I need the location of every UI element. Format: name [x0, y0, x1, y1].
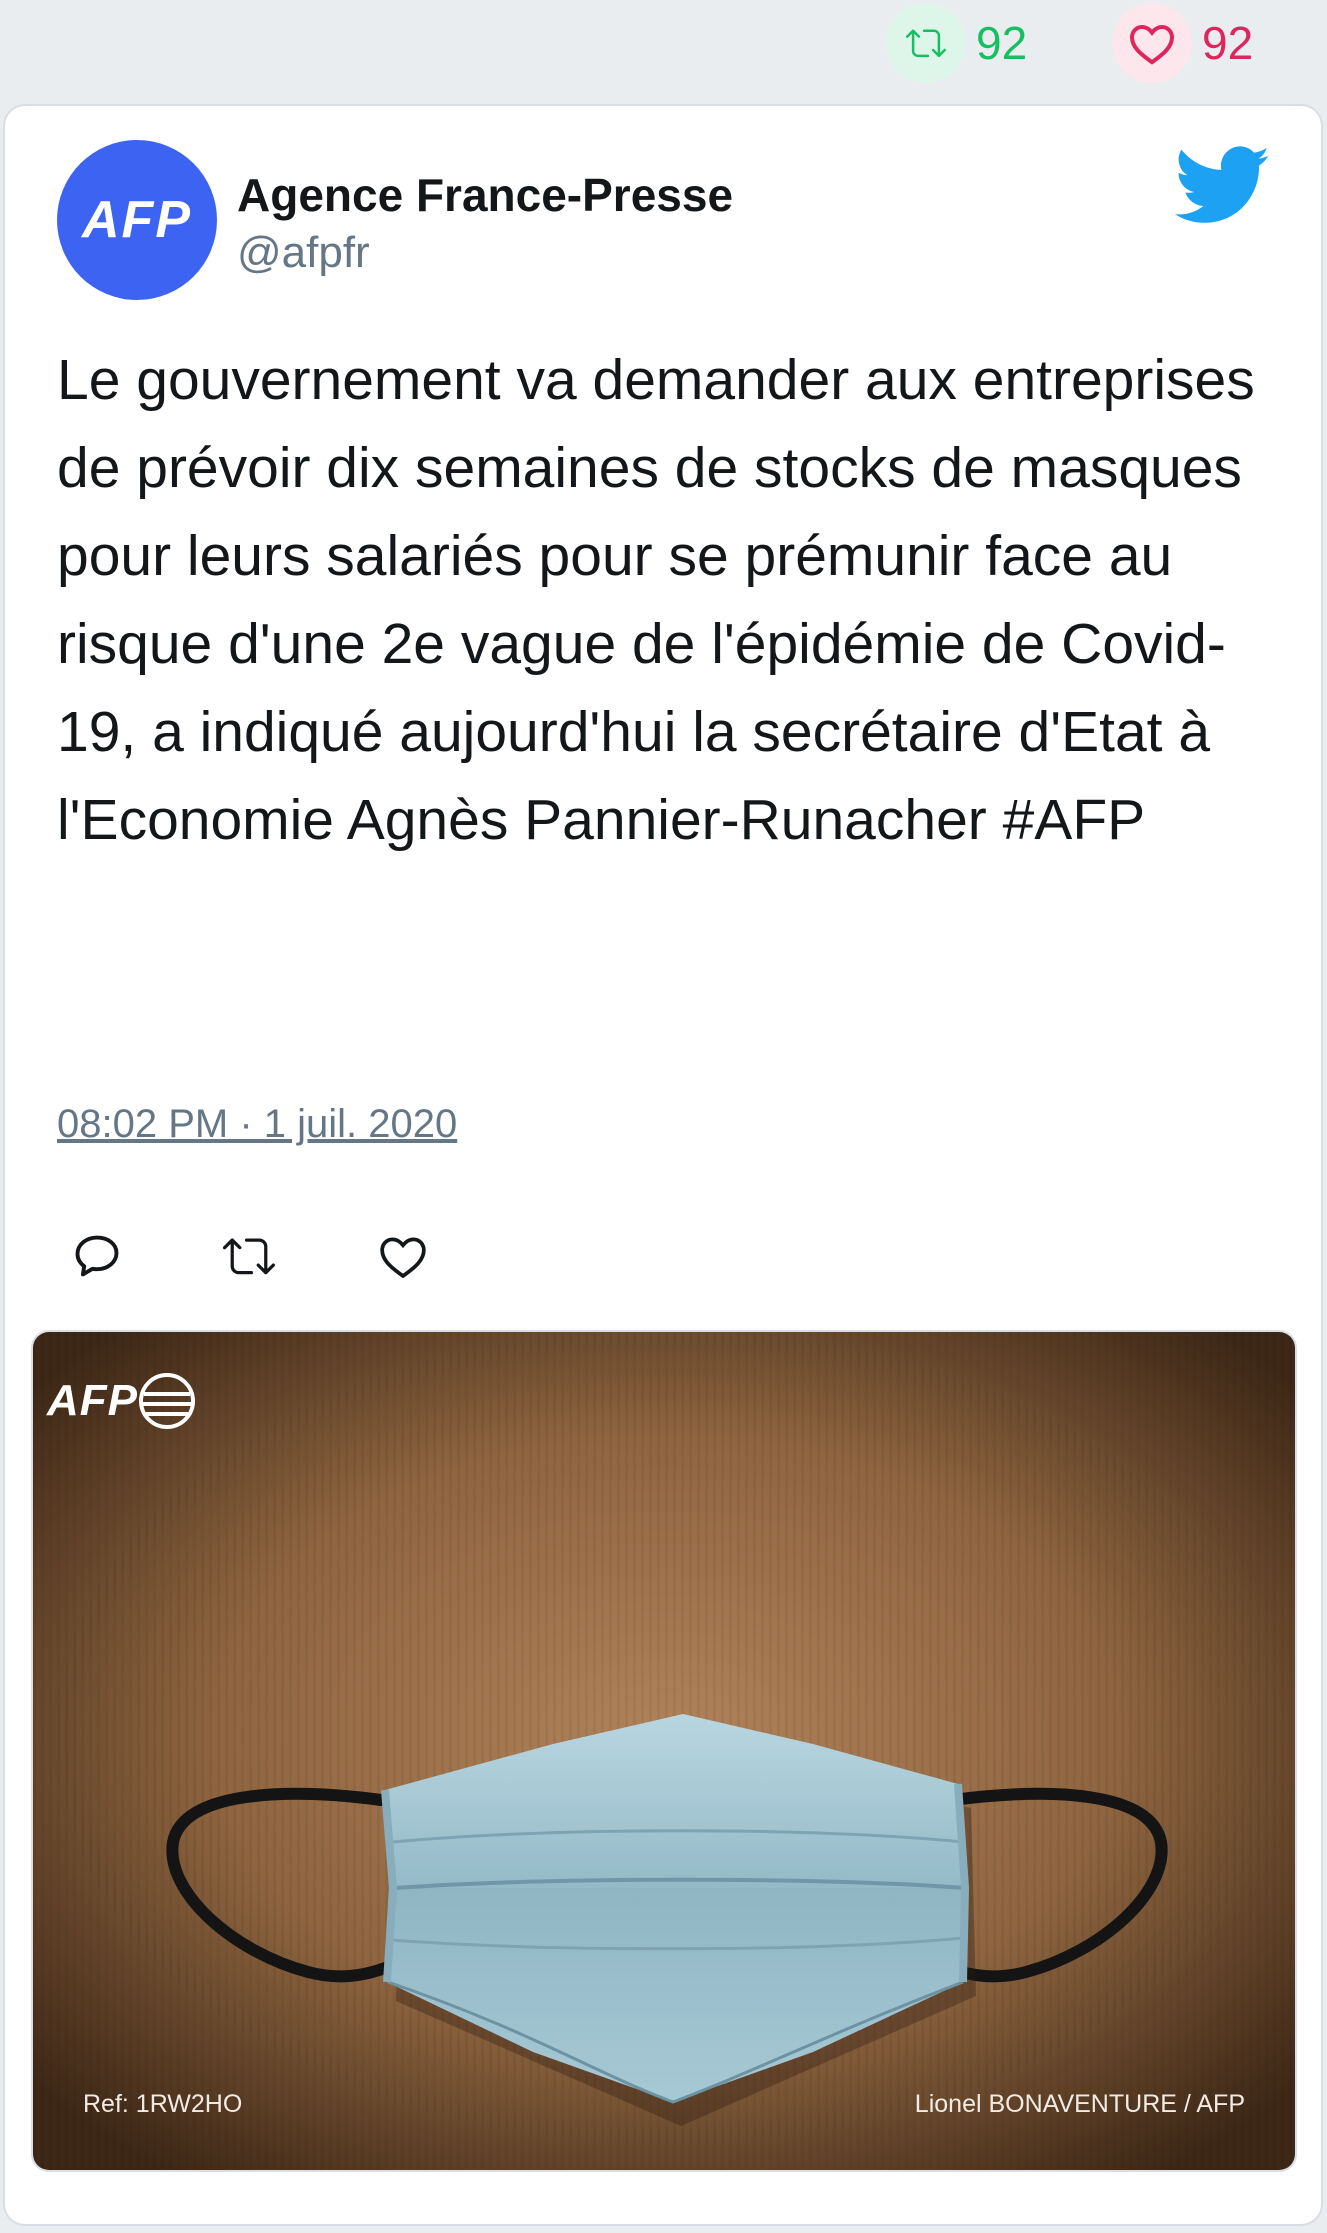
tweet-stats-bar: 92 92 — [0, 0, 1327, 100]
photo-reference: Ref: 1RW2HO — [83, 2090, 243, 2118]
heart-icon[interactable] — [1112, 3, 1192, 83]
retweet-icon[interactable] — [886, 3, 966, 83]
user-handle[interactable]: @afpfr — [237, 228, 370, 278]
avatar-text: AFP — [82, 191, 192, 249]
tweet-text: Le gouvernement va demander aux entrepri… — [57, 348, 1255, 852]
globe-icon — [139, 1373, 195, 1429]
retweet-icon — [222, 1238, 275, 1275]
afp-watermark-logo: AFP — [47, 1372, 196, 1430]
reply-icon — [75, 1235, 119, 1277]
heart-icon — [380, 1237, 426, 1279]
photo-credit: Lionel BONAVENTURE / AFP — [914, 2090, 1245, 2118]
tweet-media-image[interactable]: AFP Ref: 1RW2HO Lionel BONAVENTURE / AFP — [31, 1330, 1297, 2172]
face-mask-photo — [33, 1332, 1295, 2170]
retweet-stat[interactable]: 92 — [886, 3, 1028, 83]
twitter-bird-icon[interactable] — [1175, 146, 1271, 226]
retweet-button[interactable] — [209, 1216, 289, 1296]
tweet-timestamp[interactable]: 08:02 PM · 1 juil. 2020 — [57, 1102, 457, 1147]
afp-logo-text: AFP — [47, 1376, 138, 1425]
like-stat[interactable]: 92 — [1112, 3, 1254, 83]
like-button[interactable] — [363, 1216, 443, 1296]
like-count: 92 — [1202, 17, 1254, 69]
reply-button[interactable] — [57, 1216, 137, 1296]
display-name[interactable]: Agence France-Presse — [237, 168, 733, 222]
avatar[interactable]: AFP — [57, 140, 217, 300]
tweet-card: AFP Agence France-Presse @afpfr Le gouve… — [3, 104, 1323, 2226]
retweet-count: 92 — [976, 17, 1028, 69]
